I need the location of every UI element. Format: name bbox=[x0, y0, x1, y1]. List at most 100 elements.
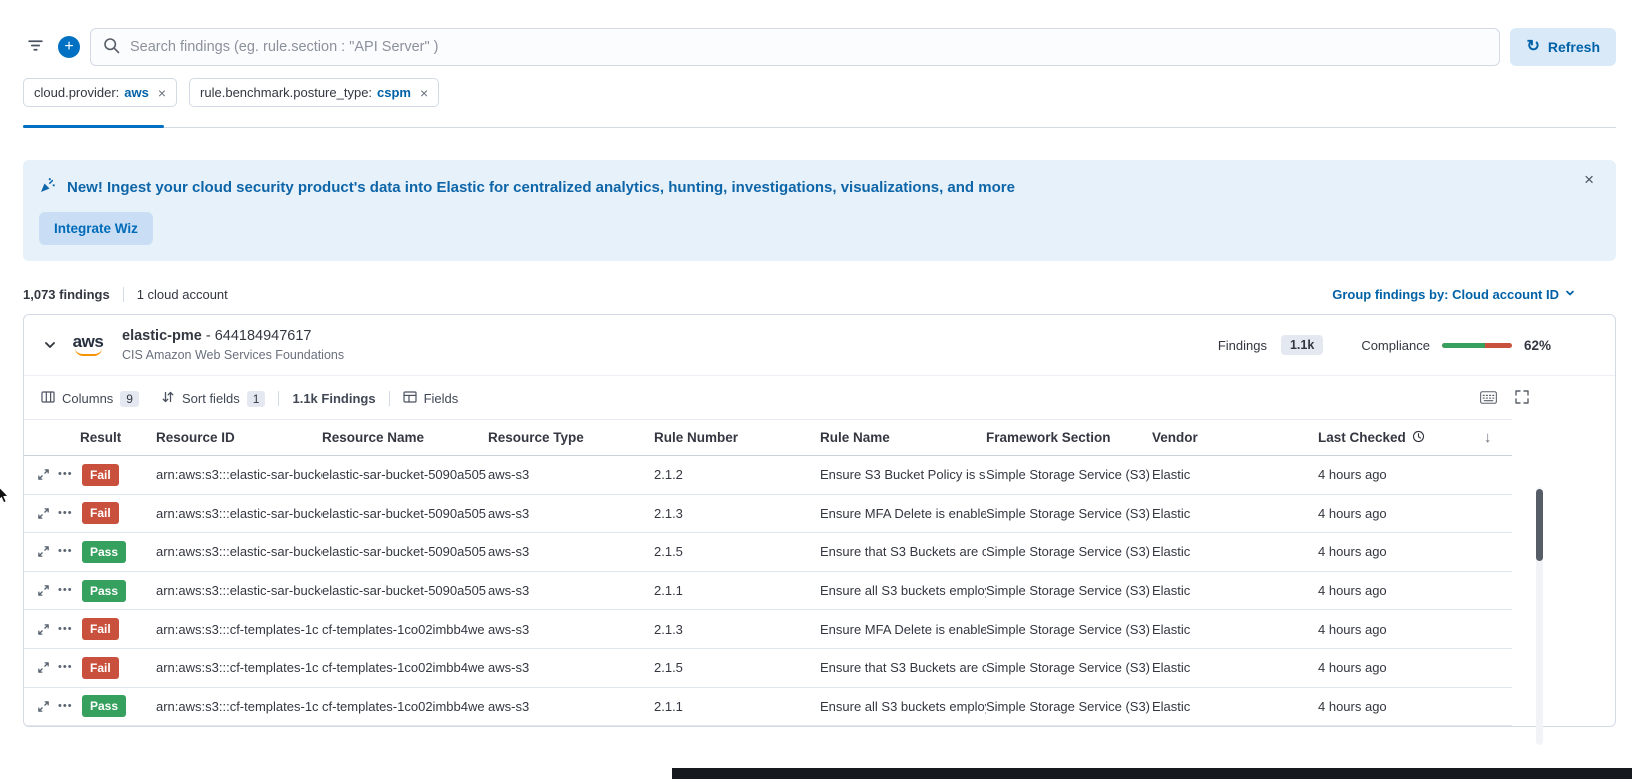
rule-name-cell: Ensure all S3 buckets employ bbox=[820, 583, 986, 598]
table-row: ••• Pass arn:aws:s3:::elastic-sar-bucke … bbox=[24, 572, 1512, 611]
table-scrollbar[interactable] bbox=[1536, 487, 1543, 745]
framework-section-cell: Simple Storage Service (S3) bbox=[986, 544, 1152, 559]
resource-type-cell: aws-s3 bbox=[488, 583, 654, 598]
bottom-bar bbox=[672, 768, 1632, 779]
table-row: ••• Pass arn:aws:s3:::cf-templates-1c cf… bbox=[24, 688, 1512, 727]
row-actions-icon[interactable]: ••• bbox=[58, 469, 73, 480]
add-filter-button[interactable]: + bbox=[58, 36, 80, 58]
expand-row-icon[interactable] bbox=[37, 468, 50, 481]
row-actions-icon[interactable]: ••• bbox=[58, 508, 73, 519]
vendor-cell: Elastic bbox=[1152, 544, 1318, 559]
rule-number-cell: 2.1.5 bbox=[654, 660, 820, 675]
row-actions-icon[interactable]: ••• bbox=[58, 546, 73, 557]
fields-icon bbox=[403, 390, 417, 407]
refresh-button[interactable]: ↻ Refresh bbox=[1510, 28, 1616, 66]
findings-label: Findings bbox=[1218, 338, 1267, 353]
table-toolbar: Columns 9 Sort fields 1 1.1k Findings bbox=[24, 376, 1529, 419]
clock-icon bbox=[1412, 430, 1425, 446]
aws-logo: aws bbox=[70, 334, 106, 356]
framework-section-cell: Simple Storage Service (S3) bbox=[986, 699, 1152, 714]
header-resource-type[interactable]: Resource Type bbox=[488, 430, 654, 445]
resource-name-cell: elastic-sar-bucket-5090a505 bbox=[322, 467, 488, 482]
group-findings-by-dropdown[interactable]: Group findings by: Cloud account ID bbox=[1332, 287, 1576, 302]
stats-row: 1,073 findings 1 cloud account Group fin… bbox=[23, 287, 1616, 302]
filter-pill-value: cspm bbox=[377, 85, 411, 100]
row-actions-icon[interactable]: ••• bbox=[58, 624, 73, 635]
header-rule-name[interactable]: Rule Name bbox=[820, 430, 986, 445]
expand-row-icon[interactable] bbox=[37, 700, 50, 713]
row-actions-icon[interactable]: ••• bbox=[58, 662, 73, 673]
mouse-cursor bbox=[0, 486, 11, 509]
last-checked-cell: 4 hours ago bbox=[1318, 506, 1484, 521]
resource-id-cell: arn:aws:s3:::elastic-sar-bucke bbox=[156, 583, 322, 598]
sort-fields-label: Sort fields bbox=[182, 391, 240, 406]
header-result[interactable]: Result bbox=[80, 430, 156, 445]
vendor-cell: Elastic bbox=[1152, 467, 1318, 482]
resource-type-cell: aws-s3 bbox=[488, 660, 654, 675]
columns-button[interactable]: Columns 9 bbox=[41, 390, 139, 407]
refresh-icon: ↻ bbox=[1526, 39, 1539, 55]
expand-row-icon[interactable] bbox=[37, 507, 50, 520]
row-actions-icon[interactable]: ••• bbox=[58, 701, 73, 712]
rule-name-cell: Ensure that S3 Buckets are co bbox=[820, 660, 986, 675]
table-body: ••• Fail arn:aws:s3:::elastic-sar-bucke … bbox=[24, 456, 1512, 726]
row-actions-icon[interactable]: ••• bbox=[58, 585, 73, 596]
vendor-cell: Elastic bbox=[1152, 622, 1318, 637]
compliance-label: Compliance bbox=[1361, 338, 1430, 353]
sort-fields-button[interactable]: Sort fields 1 bbox=[161, 390, 266, 407]
framework-section-cell: Simple Storage Service (S3) bbox=[986, 583, 1152, 598]
compliance-bar bbox=[1442, 343, 1512, 348]
last-checked-cell: 4 hours ago bbox=[1318, 699, 1484, 714]
plus-icon: + bbox=[64, 37, 73, 57]
fields-button[interactable]: Fields bbox=[403, 390, 459, 407]
fullscreen-icon[interactable] bbox=[1515, 390, 1529, 407]
divider bbox=[389, 391, 390, 406]
header-vendor[interactable]: Vendor bbox=[1152, 430, 1318, 445]
row-controls: ••• bbox=[24, 623, 80, 636]
scrollbar-thumb[interactable] bbox=[1536, 489, 1543, 561]
expand-row-icon[interactable] bbox=[37, 584, 50, 597]
chevron-down-icon bbox=[1564, 287, 1576, 302]
remove-filter-icon[interactable]: × bbox=[158, 86, 166, 100]
header-resource-id[interactable]: Resource ID bbox=[156, 430, 322, 445]
filter-pill-cloud-provider[interactable]: cloud.provider: aws × bbox=[23, 78, 177, 107]
rule-number-cell: 2.1.3 bbox=[654, 506, 820, 521]
columns-label: Columns bbox=[62, 391, 113, 406]
header-resource-name[interactable]: Resource Name bbox=[322, 430, 488, 445]
sort-icon bbox=[161, 390, 175, 407]
rule-number-cell: 2.1.1 bbox=[654, 583, 820, 598]
search-input[interactable] bbox=[128, 38, 1487, 56]
filter-pill-label: rule.benchmark.posture_type: bbox=[200, 85, 372, 100]
account-accordion-header[interactable]: aws elastic-pme - 644184947617 CIS Amazo… bbox=[24, 315, 1615, 376]
row-controls: ••• bbox=[24, 545, 80, 558]
remove-filter-icon[interactable]: × bbox=[420, 86, 428, 100]
expand-row-icon[interactable] bbox=[37, 661, 50, 674]
filter-menu-button[interactable] bbox=[23, 33, 48, 61]
header-rule-number[interactable]: Rule Number bbox=[654, 430, 820, 445]
active-tab-indicator[interactable] bbox=[23, 125, 164, 128]
search-bar[interactable] bbox=[90, 28, 1500, 66]
header-framework-section[interactable]: Framework Section bbox=[986, 430, 1152, 445]
last-checked-cell: 4 hours ago bbox=[1318, 622, 1484, 637]
header-last-checked[interactable]: Last Checked bbox=[1318, 430, 1484, 446]
filter-pill-posture-type[interactable]: rule.benchmark.posture_type: cspm × bbox=[189, 78, 439, 107]
sort-count-badge: 1 bbox=[247, 391, 266, 407]
expand-row-icon[interactable] bbox=[37, 623, 50, 636]
resource-type-cell: aws-s3 bbox=[488, 622, 654, 637]
keyboard-shortcuts-icon[interactable] bbox=[1480, 391, 1497, 407]
table-row: ••• Fail arn:aws:s3:::elastic-sar-bucke … bbox=[24, 495, 1512, 534]
last-checked-cell: 4 hours ago bbox=[1318, 544, 1484, 559]
rule-number-cell: 2.1.5 bbox=[654, 544, 820, 559]
collapse-account-icon[interactable] bbox=[40, 335, 60, 355]
resource-id-cell: arn:aws:s3:::elastic-sar-bucke bbox=[156, 467, 322, 482]
row-controls: ••• bbox=[24, 468, 80, 481]
integrate-wiz-button[interactable]: Integrate Wiz bbox=[39, 212, 153, 245]
resource-name-cell: cf-templates-1co02imbb4we bbox=[322, 660, 488, 675]
announcement-icon bbox=[39, 176, 57, 198]
resource-type-cell: aws-s3 bbox=[488, 544, 654, 559]
vendor-cell: Elastic bbox=[1152, 506, 1318, 521]
sort-direction-button[interactable]: ↓ bbox=[1484, 429, 1512, 446]
banner-close-icon[interactable]: × bbox=[1578, 170, 1600, 189]
expand-row-icon[interactable] bbox=[37, 545, 50, 558]
divider bbox=[123, 287, 124, 302]
